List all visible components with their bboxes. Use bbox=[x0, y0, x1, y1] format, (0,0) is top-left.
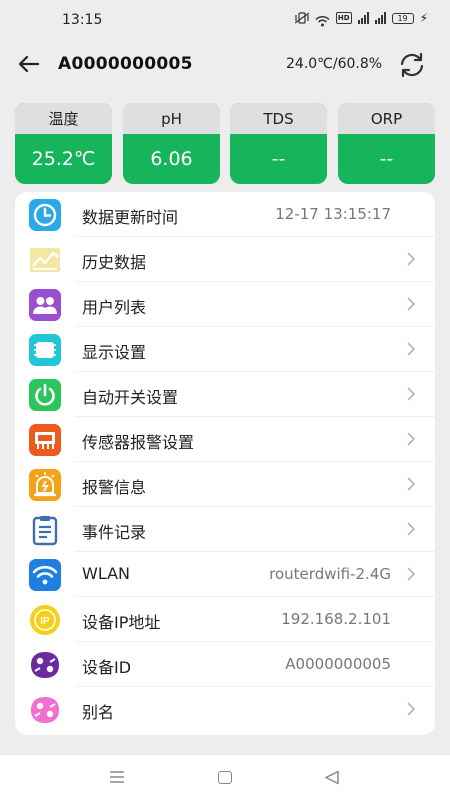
refresh-icon[interactable] bbox=[398, 51, 426, 79]
menu-item-sensor-alarm-settings[interactable]: 传感器报警设置 bbox=[15, 417, 435, 462]
menu-item-label: 报警信息 bbox=[82, 478, 147, 497]
svg-text:IP: IP bbox=[40, 616, 50, 627]
system-nav-bar bbox=[0, 755, 450, 800]
nav-back-icon[interactable] bbox=[324, 770, 340, 785]
menu-item-label: 别名 bbox=[82, 703, 115, 722]
display-icon bbox=[29, 334, 61, 366]
chevron-right-icon bbox=[407, 297, 416, 311]
charging-icon: ⚡ bbox=[419, 11, 428, 25]
sensor-label: TDS bbox=[230, 103, 327, 134]
sensor-card-tds[interactable]: TDS -- bbox=[230, 103, 327, 184]
battery-icon: 19 bbox=[391, 12, 414, 24]
menu-item-wlan[interactable]: WLAN routerdwifi-2.4G bbox=[15, 552, 435, 597]
sensor-value: -- bbox=[271, 148, 286, 170]
menu-item-device-id[interactable]: 设备ID A0000000005 bbox=[15, 642, 435, 687]
home-icon[interactable] bbox=[218, 771, 232, 784]
menu-item-user-list[interactable]: 用户列表 bbox=[15, 282, 435, 327]
menu-item-value: A0000000005 bbox=[285, 655, 391, 673]
menu-item-label: 传感器报警设置 bbox=[82, 433, 195, 452]
menu-item-display-settings[interactable]: 显示设置 bbox=[15, 327, 435, 372]
sensor-card-temperature[interactable]: 温度 25.2℃ bbox=[15, 103, 112, 184]
status-time: 13:15 bbox=[62, 12, 103, 28]
alias-icon bbox=[31, 697, 59, 723]
hd-icon: HD bbox=[335, 12, 352, 24]
chevron-right-icon bbox=[407, 477, 416, 491]
sensor-card-orp[interactable]: ORP -- bbox=[338, 103, 435, 184]
menu-item-event-log[interactable]: 事件记录 bbox=[15, 507, 435, 552]
menu-item-alarm-info[interactable]: 报警信息 bbox=[15, 462, 435, 507]
sensor-cards: 温度 25.2℃ pH 6.06 TDS -- ORP -- bbox=[15, 103, 435, 184]
clock-icon bbox=[29, 199, 61, 231]
signal-icon bbox=[374, 12, 386, 24]
back-arrow-icon[interactable] bbox=[17, 52, 41, 76]
chevron-right-icon bbox=[407, 522, 416, 536]
app-header: A0000000005 24.0℃/60.8% bbox=[0, 36, 450, 94]
menu-item-label: WLAN bbox=[82, 564, 131, 583]
menu-item-label: 设备ID bbox=[82, 658, 132, 677]
ip-icon: IP bbox=[30, 605, 60, 635]
device-id-icon bbox=[31, 652, 59, 678]
menu-item-auto-switch-settings[interactable]: 自动开关设置 bbox=[15, 372, 435, 417]
menu-item-label: 历史数据 bbox=[82, 253, 147, 272]
menu-item-label: 用户列表 bbox=[82, 298, 147, 317]
sensor-label: 温度 bbox=[15, 103, 112, 134]
status-bar: 13:15 HD 19 ⚡ bbox=[0, 0, 450, 36]
menu-item-device-ip[interactable]: IP 设备IP地址 192.168.2.101 bbox=[15, 597, 435, 642]
power-icon bbox=[29, 379, 61, 411]
menu-item-label: 数据更新时间 bbox=[82, 208, 179, 227]
menu-item-label: 自动开关设置 bbox=[82, 388, 179, 407]
chevron-right-icon bbox=[407, 702, 416, 716]
menu-item-value: 12-17 13:15:17 bbox=[275, 205, 391, 223]
chevron-right-icon bbox=[407, 342, 416, 356]
sensor-alarm-icon bbox=[29, 424, 61, 456]
sensor-value: 25.2℃ bbox=[31, 148, 96, 170]
alarm-icon bbox=[29, 469, 61, 501]
sensor-value: -- bbox=[379, 148, 394, 170]
chevron-right-icon bbox=[407, 387, 416, 401]
status-icons: HD 19 ⚡ bbox=[294, 11, 428, 27]
settings-menu: 数据更新时间 12-17 13:15:17 历史数据 用户列表 显示设置 自动开… bbox=[15, 192, 435, 735]
wifi-icon bbox=[29, 559, 61, 591]
menu-item-history-data[interactable]: 历史数据 bbox=[15, 237, 435, 282]
sensor-value: 6.06 bbox=[150, 148, 193, 170]
recent-apps-icon[interactable] bbox=[109, 771, 125, 783]
sensor-card-ph[interactable]: pH 6.06 bbox=[123, 103, 220, 184]
temp-humidity-readout: 24.0℃/60.8% bbox=[286, 56, 383, 72]
history-chart-icon bbox=[30, 248, 60, 272]
page-title: A0000000005 bbox=[58, 54, 193, 74]
menu-item-label: 设备IP地址 bbox=[82, 613, 161, 632]
chevron-right-icon bbox=[407, 567, 416, 581]
wifi-status-icon bbox=[315, 12, 330, 27]
chevron-right-icon bbox=[407, 252, 416, 266]
sensor-label: ORP bbox=[338, 103, 435, 134]
menu-item-alias[interactable]: 别名 bbox=[15, 687, 435, 732]
clipboard-icon bbox=[32, 516, 58, 546]
menu-item-value: routerdwifi-2.4G bbox=[269, 565, 391, 583]
menu-item-value: 192.168.2.101 bbox=[281, 610, 391, 628]
users-icon bbox=[29, 289, 61, 321]
menu-item-label: 显示设置 bbox=[82, 343, 147, 362]
menu-item-label: 事件记录 bbox=[82, 523, 147, 542]
sensor-label: pH bbox=[123, 103, 220, 134]
signal-icon bbox=[357, 12, 369, 24]
menu-item-data-update-time[interactable]: 数据更新时间 12-17 13:15:17 bbox=[15, 192, 435, 237]
chevron-right-icon bbox=[407, 432, 416, 446]
vibrate-mute-icon bbox=[294, 12, 310, 24]
